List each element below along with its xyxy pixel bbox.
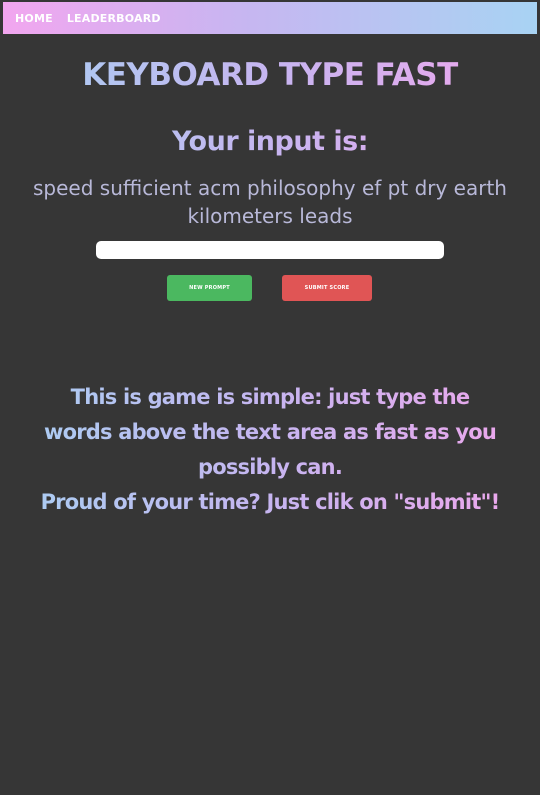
- submit-score-button[interactable]: SUBMIT SCORE: [282, 275, 372, 301]
- instructions-line-1: This is game is simple: just type the: [70, 385, 470, 409]
- instructions-line-3: possibly can.: [197, 455, 343, 479]
- prompt-words: speed sufficient acm philosophy ef pt dr…: [33, 176, 507, 228]
- game-title: KEYBOARD TYPE FAST: [0, 57, 540, 93]
- input-heading: Your input is:: [0, 126, 540, 157]
- nav-home-link[interactable]: HOME: [15, 12, 53, 25]
- top-navbar: HOME LEADERBOARD: [3, 2, 537, 34]
- instructions-line-4: Proud of your time? Just clik on "submit…: [40, 490, 500, 514]
- instructions-line-2: words above the text area as fast as you: [43, 420, 497, 444]
- nav-leaderboard-link[interactable]: LEADERBOARD: [67, 12, 161, 25]
- instructions-text: This is game is simple: just type the wo…: [0, 380, 540, 520]
- new-prompt-button[interactable]: NEW PROMPT: [167, 275, 252, 301]
- typing-input[interactable]: [96, 241, 444, 259]
